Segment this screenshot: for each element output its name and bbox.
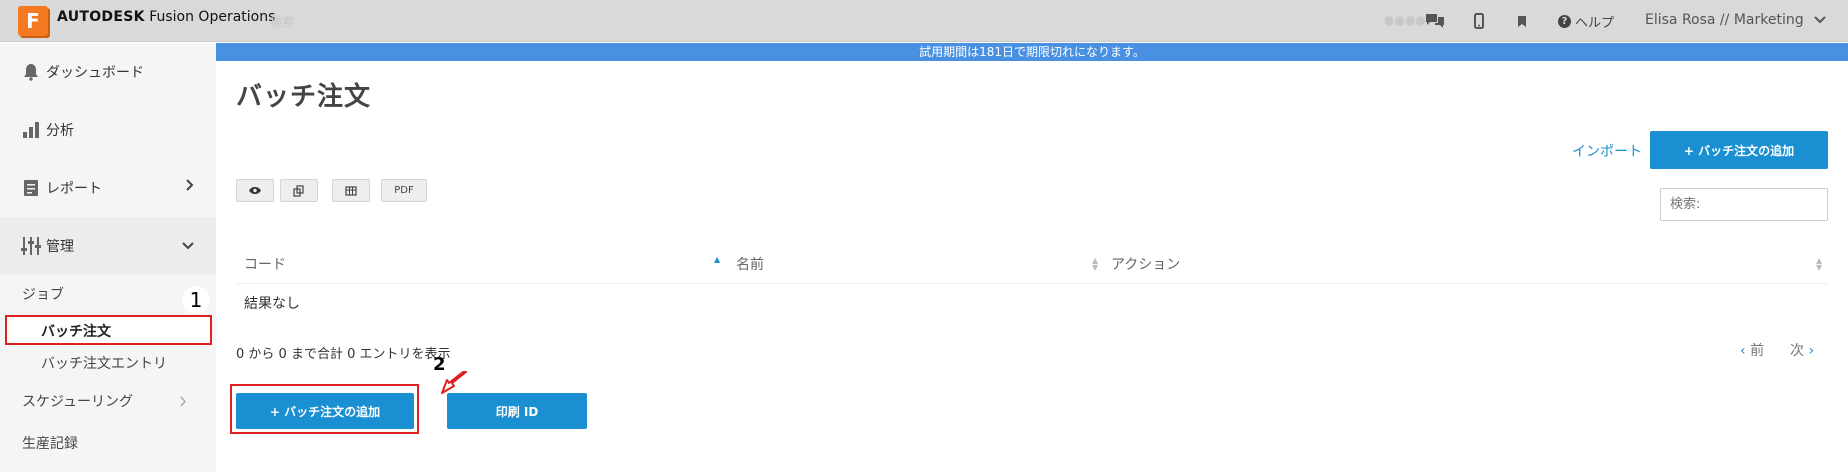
- sidebar-item-scheduling[interactable]: スケジューリング: [0, 382, 216, 422]
- sidebar-item-batch-order[interactable]: バッチ注文: [5, 315, 212, 345]
- ghost-item: ●●●●: [1384, 13, 1426, 27]
- sidebar-sub-production-records[interactable]: 生産記録: [22, 433, 78, 453]
- sidebar-item-label: 管理: [46, 239, 74, 255]
- sidebar-item-management[interactable]: 管理: [0, 217, 216, 275]
- pager-next[interactable]: 次 ›: [1790, 340, 1814, 360]
- bell-icon: [20, 61, 42, 83]
- sidebar-item-label: ダッシュボード: [46, 65, 144, 81]
- help-label: ヘルプ: [1575, 16, 1615, 31]
- sidebar-sub-jobs[interactable]: ジョブ: [22, 284, 64, 304]
- copy-button[interactable]: [280, 179, 318, 202]
- app-brand: AUTODESK Fusion Operations: [57, 9, 275, 25]
- chevron-right-icon: [186, 179, 194, 191]
- pager-prev[interactable]: ‹ 前: [1740, 340, 1764, 360]
- help-icon: ?: [1558, 15, 1571, 28]
- table-empty-message: 結果なし: [244, 296, 300, 312]
- sort-icon[interactable]: ▲ ▼: [1092, 257, 1098, 272]
- mobile-icon[interactable]: [1468, 10, 1490, 32]
- sidebar-sub-label: バッチ注文: [41, 324, 111, 340]
- sidebar-sub-batch-entry[interactable]: バッチ注文エントリ: [41, 353, 167, 373]
- pdf-button[interactable]: PDF: [381, 179, 427, 202]
- sort-icon[interactable]: ▲ ▼: [1816, 257, 1822, 272]
- column-header-code[interactable]: コード: [244, 254, 286, 274]
- bar-chart-icon: [20, 119, 42, 141]
- chevron-down-icon: [182, 242, 194, 250]
- add-batch-order-button[interactable]: + バッチ注文の追加: [1650, 131, 1828, 169]
- global-search-ghost[interactable]: 検索: [270, 13, 294, 30]
- sort-asc-icon[interactable]: ▲: [714, 256, 720, 264]
- column-header-action[interactable]: アクション: [1111, 254, 1180, 274]
- sidebar-item-label: 分析: [46, 123, 74, 139]
- user-menu[interactable]: Elisa Rosa // Marketing: [1645, 12, 1826, 28]
- sidebar-item-label: レポート: [46, 181, 102, 197]
- table-divider: [236, 283, 1828, 284]
- sidebar-sub-label: スケジューリング: [22, 394, 134, 410]
- trial-banner: 試用期間は181日で期限切れになります。: [216, 43, 1848, 61]
- bookmark-icon[interactable]: [1511, 10, 1533, 32]
- copy-icon: [293, 184, 304, 197]
- columns-button[interactable]: [332, 179, 370, 202]
- user-label: Elisa Rosa // Marketing: [1645, 12, 1804, 28]
- chevron-left-icon: ‹: [1740, 343, 1746, 359]
- chevron-down-icon: [1813, 16, 1826, 24]
- page-title: バッチ注文: [236, 82, 372, 112]
- search-input[interactable]: [1660, 188, 1828, 221]
- chat-icon[interactable]: [1424, 10, 1446, 32]
- sidebar-item-reports[interactable]: レポート: [0, 159, 216, 217]
- pager-next-label: 次: [1790, 343, 1804, 359]
- eye-icon: [249, 187, 261, 194]
- app-logo[interactable]: F: [18, 6, 48, 36]
- brand-name: Fusion Operations: [149, 9, 276, 25]
- help-menu[interactable]: ? ヘルプ: [1558, 12, 1614, 31]
- pager-prev-label: 前: [1750, 343, 1765, 359]
- step-badge-1: 1: [182, 286, 210, 314]
- table-info: 0 から 0 まで合計 0 エントリを表示: [236, 347, 451, 362]
- view-button[interactable]: [236, 179, 274, 202]
- table-icon: [345, 185, 357, 196]
- sidebar-item-dashboard[interactable]: ダッシュボード: [0, 43, 216, 101]
- sliders-icon: [20, 235, 42, 257]
- document-icon: [20, 177, 42, 199]
- top-bar: F AUTODESK Fusion Operations 検索 ●●●● ? ヘ…: [0, 0, 1848, 42]
- brand-bold: AUTODESK: [57, 9, 145, 25]
- print-id-button[interactable]: 印刷 ID: [447, 393, 587, 429]
- import-link[interactable]: インポート: [1572, 141, 1642, 161]
- chevron-right-icon: [180, 396, 187, 407]
- arrow-icon: [441, 371, 467, 394]
- chevron-right-icon: ›: [1808, 343, 1815, 359]
- sidebar-item-analytics[interactable]: 分析: [0, 101, 216, 159]
- column-header-name[interactable]: 名前: [736, 254, 764, 274]
- bottom-add-batch-order-button[interactable]: + バッチ注文の追加: [236, 393, 414, 429]
